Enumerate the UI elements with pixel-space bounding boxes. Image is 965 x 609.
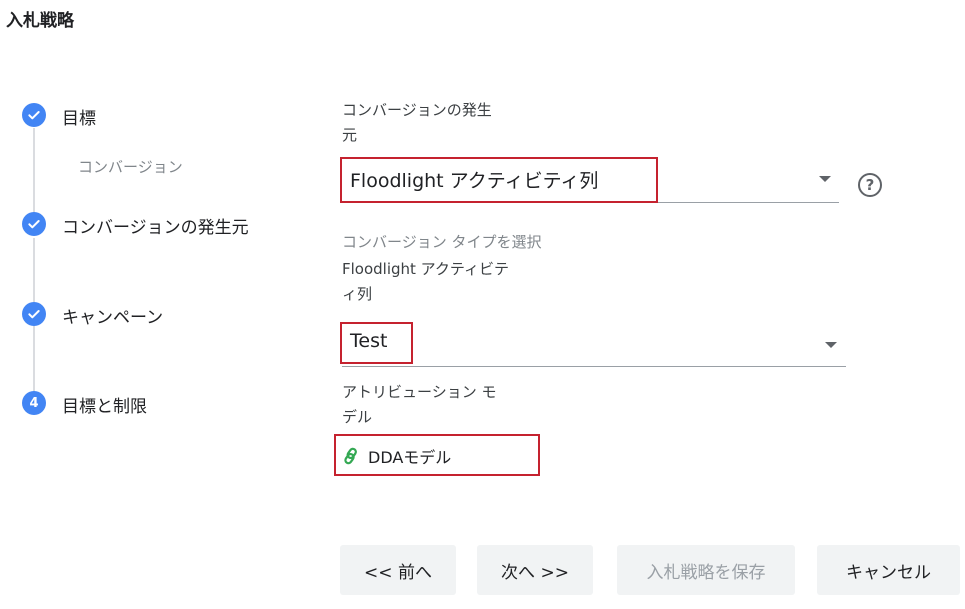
type-dropdown-value: Test: [350, 330, 388, 352]
type-sublabel-line1: Floodlight アクティビテ: [342, 260, 510, 278]
step-1-label[interactable]: 目標: [62, 104, 96, 129]
source-dropdown-value: Floodlight アクティビティ列: [350, 170, 599, 192]
source-dropdown[interactable]: Floodlight アクティビティ列: [342, 158, 839, 203]
step-2-label[interactable]: コンバージョンの発生元: [62, 213, 249, 238]
attribution-label-line1: アトリビューション モ: [342, 383, 497, 401]
type-dropdown[interactable]: Test: [342, 322, 846, 367]
step-1-check-icon: [22, 103, 46, 127]
chevron-down-icon: [825, 342, 837, 348]
cancel-button[interactable]: キャンセル: [817, 545, 960, 595]
next-button[interactable]: 次へ >>: [477, 545, 593, 595]
source-label-line2: 元: [342, 126, 358, 144]
stepper-line: [33, 128, 35, 214]
prev-button[interactable]: << 前へ: [340, 545, 456, 595]
type-sublabel-line2: ィ列: [342, 285, 373, 303]
attribution-label: アトリビューション モ デル: [342, 380, 496, 430]
source-label: コンバージョンの発生 元: [342, 98, 492, 148]
link-icon: [342, 447, 360, 465]
step-4-label[interactable]: 目標と制限: [62, 392, 147, 417]
step-4-number: 4: [22, 391, 46, 415]
type-label: コンバージョン タイプを選択: [342, 233, 542, 251]
page-title: 入札戦略: [6, 11, 74, 31]
stepper-line: [33, 238, 35, 302]
chevron-down-icon: [819, 176, 831, 182]
type-sublabel: Floodlight アクティビテ ィ列: [342, 257, 509, 307]
attribution-label-line2: デル: [342, 408, 373, 426]
attribution-model-value: DDAモデル: [368, 448, 452, 467]
step-3-check-icon: [22, 302, 46, 326]
save-bid-strategy-button[interactable]: 入札戦略を保存: [617, 545, 795, 595]
source-label-line1: コンバージョンの発生: [342, 101, 492, 119]
substep-label[interactable]: コンバージョン: [78, 156, 183, 177]
step-3-label[interactable]: キャンペーン: [62, 303, 163, 328]
help-icon[interactable]: ?: [858, 173, 882, 197]
attribution-model: DDAモデル: [342, 444, 451, 468]
step-2-check-icon: [22, 212, 46, 236]
stepper-line: [33, 326, 35, 392]
